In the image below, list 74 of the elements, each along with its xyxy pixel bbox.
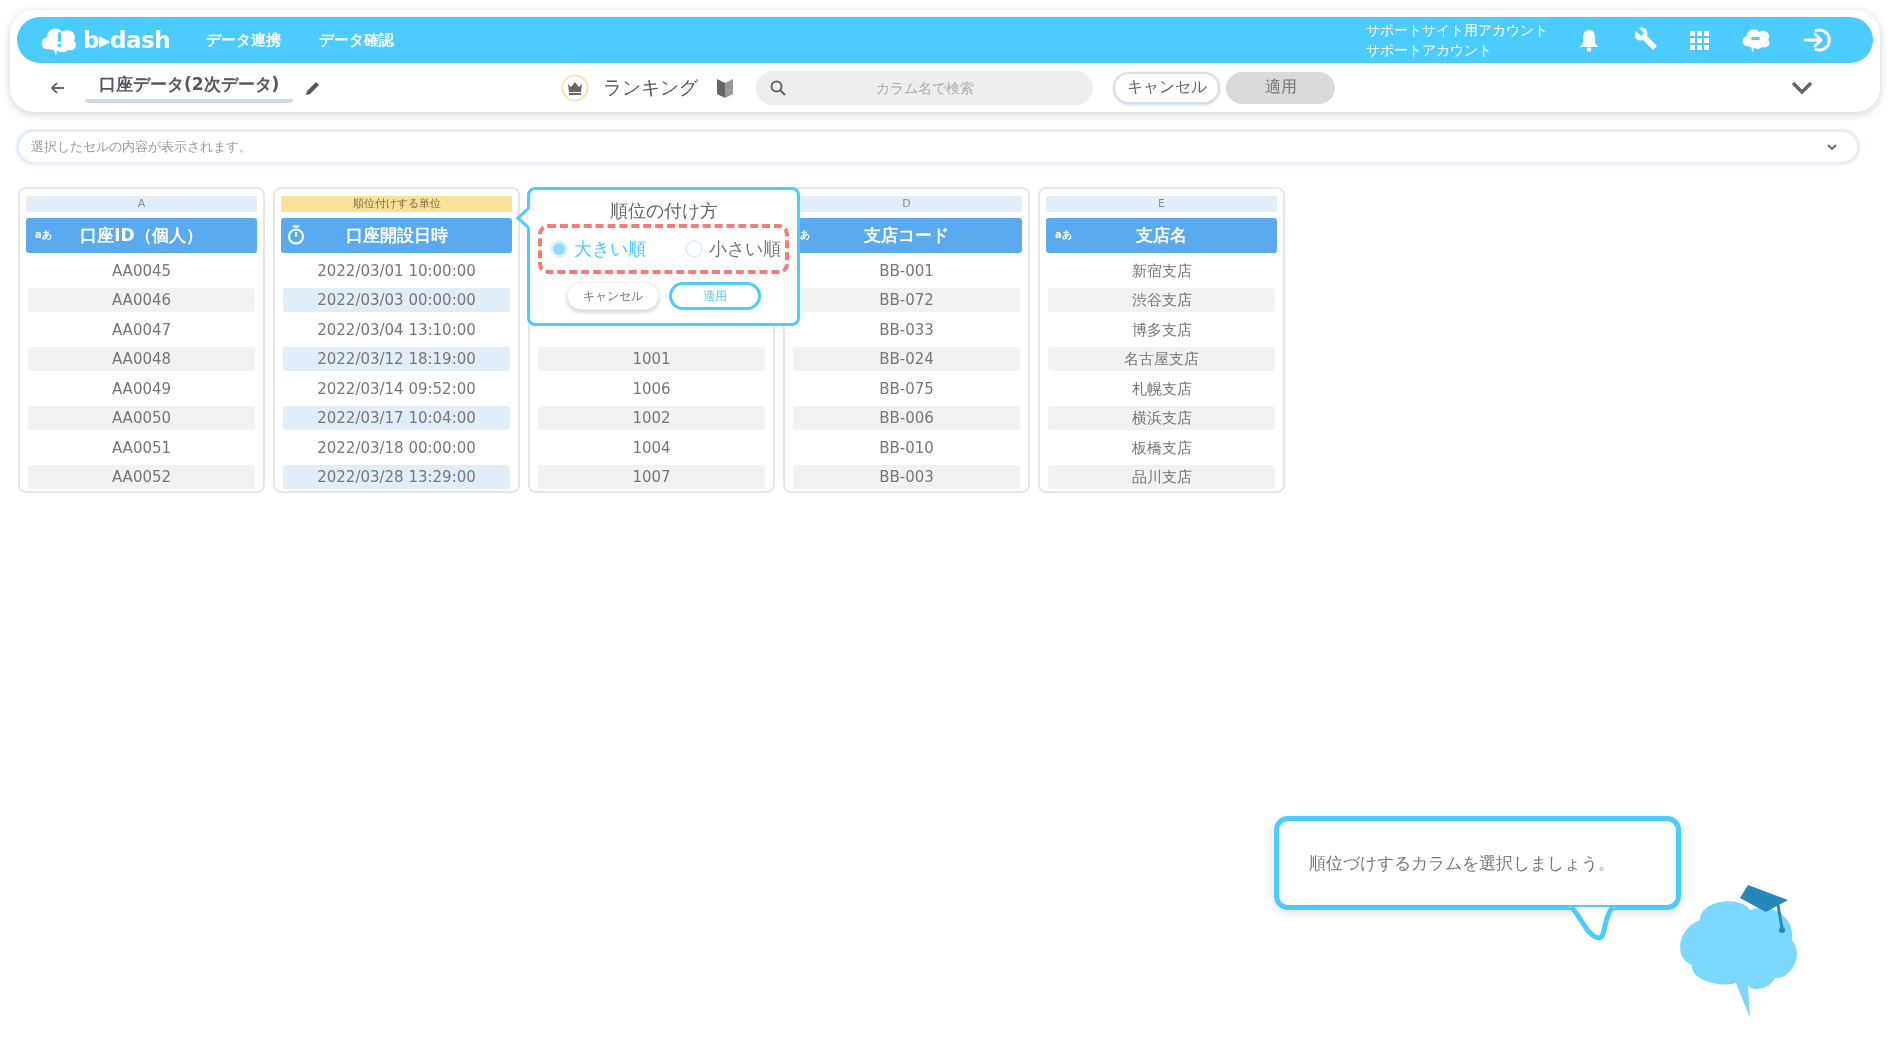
table-cell[interactable]: 2022/03/14 09:52:00 — [283, 376, 510, 401]
logout-icon[interactable] — [1803, 27, 1833, 53]
table-cell[interactable]: 2022/03/03 00:00:00 — [283, 288, 510, 312]
column-title: 支店コード — [864, 224, 949, 247]
logo-text: b▸dash — [83, 27, 171, 53]
table-cell[interactable]: 2022/03/01 10:00:00 — [283, 258, 510, 283]
beginner-mark-icon[interactable] — [716, 76, 734, 99]
bell-icon[interactable] — [1578, 28, 1600, 52]
table-cell[interactable]: 2022/03/18 00:00:00 — [283, 435, 510, 460]
column-label[interactable]: 順位付けする単位 — [281, 196, 512, 212]
guide-message: 順位づけするカラムを選択しましょう。 — [1309, 851, 1615, 875]
table-cell[interactable]: AA0046 — [28, 288, 255, 312]
table-cell[interactable]: 横浜支店 — [1048, 406, 1275, 430]
popup-title: 順位の付け方 — [608, 200, 719, 222]
table-cell[interactable]: 2022/03/28 13:29:00 — [283, 465, 510, 489]
table-cell[interactable]: BB-024 — [793, 347, 1020, 371]
table-cell[interactable]: BB-033 — [793, 317, 1020, 342]
table-cell[interactable]: AA0047 — [28, 317, 255, 342]
cloud-icon[interactable] — [1741, 26, 1771, 54]
table-cell[interactable]: 札幌支店 — [1048, 376, 1275, 401]
table-cell[interactable]: 渋谷支店 — [1048, 288, 1275, 312]
table-cell[interactable]: AA0045 — [28, 258, 255, 283]
type-label: aあ — [35, 228, 52, 242]
search-field[interactable]: カラム名で検索 — [756, 70, 1093, 105]
search-icon — [770, 79, 786, 96]
table-cell[interactable]: BB-006 — [793, 406, 1020, 430]
table-cell[interactable]: 1002 — [538, 406, 765, 430]
column-title: 口座ID（個人） — [80, 224, 203, 247]
column-title: 口座開設日時 — [345, 224, 448, 247]
wrench-icon[interactable] — [1632, 27, 1658, 53]
column-label[interactable]: A — [26, 196, 257, 212]
account-user: サポートアカウント — [1366, 41, 1493, 60]
table-cell[interactable]: BB-003 — [793, 465, 1020, 489]
table-cell[interactable]: 板橋支店 — [1048, 435, 1275, 460]
table-cell[interactable]: 1006 — [538, 376, 765, 401]
grid-icon[interactable] — [1690, 30, 1709, 50]
table-cell[interactable]: 2022/03/04 13:10:00 — [283, 317, 510, 342]
radio-button[interactable] — [550, 240, 568, 258]
cancel-button[interactable]: キャンセル — [566, 282, 659, 310]
cancel-button[interactable]: キャンセル — [1113, 71, 1220, 104]
column-header[interactable]: aあ 口座ID（個人） — [26, 218, 257, 253]
table-cell[interactable]: 新宿支店 — [1048, 258, 1275, 283]
mode-label: ランキング — [603, 74, 698, 100]
table-cell[interactable]: 博多支店 — [1048, 317, 1275, 342]
column-header[interactable]: 口座開設日時 — [281, 218, 512, 253]
type-label: あ — [800, 228, 810, 242]
table-cell[interactable]: AA0048 — [28, 347, 255, 371]
table-cell[interactable]: BB-010 — [793, 435, 1020, 460]
column-label[interactable]: E — [1046, 196, 1277, 212]
table-cell[interactable]: AA0052 — [28, 465, 255, 489]
type-label: aあ — [1055, 228, 1072, 242]
pencil-icon[interactable] — [305, 79, 322, 96]
table-cell[interactable]: AA0051 — [28, 435, 255, 460]
column-header[interactable]: aあ 支店名 — [1046, 218, 1277, 253]
table-cell[interactable]: AA0049 — [28, 376, 255, 401]
table-cell[interactable]: 1001 — [538, 347, 765, 371]
crown-icon — [561, 73, 589, 102]
back-arrow-icon[interactable] — [51, 81, 65, 94]
radio-button[interactable] — [685, 240, 703, 258]
table-cell[interactable]: 2022/03/12 18:19:00 — [283, 347, 510, 371]
table-cell[interactable]: 2022/03/17 10:04:00 — [283, 406, 510, 430]
table-cell[interactable]: 品川支店 — [1048, 465, 1275, 489]
table-cell[interactable]: AA0050 — [28, 406, 255, 430]
table-cell[interactable]: BB-075 — [793, 376, 1020, 401]
placeholder-text: 選択したセルの内容が表示されます。 — [31, 138, 252, 156]
column-title: 支店名 — [1136, 224, 1187, 247]
table-cell[interactable]: 1004 — [538, 435, 765, 460]
stopwatch-icon — [287, 225, 305, 245]
radio-option[interactable]: 小さい順 — [685, 237, 781, 261]
table-cell[interactable]: 名古屋支店 — [1048, 347, 1275, 371]
table-cell[interactable]: 1007 — [538, 465, 765, 489]
account-site: サポートサイト用アカウント — [1366, 21, 1548, 40]
dataset-title[interactable]: 口座データ(2次データ) — [85, 72, 294, 103]
chevron-down-icon[interactable] — [1791, 80, 1813, 95]
